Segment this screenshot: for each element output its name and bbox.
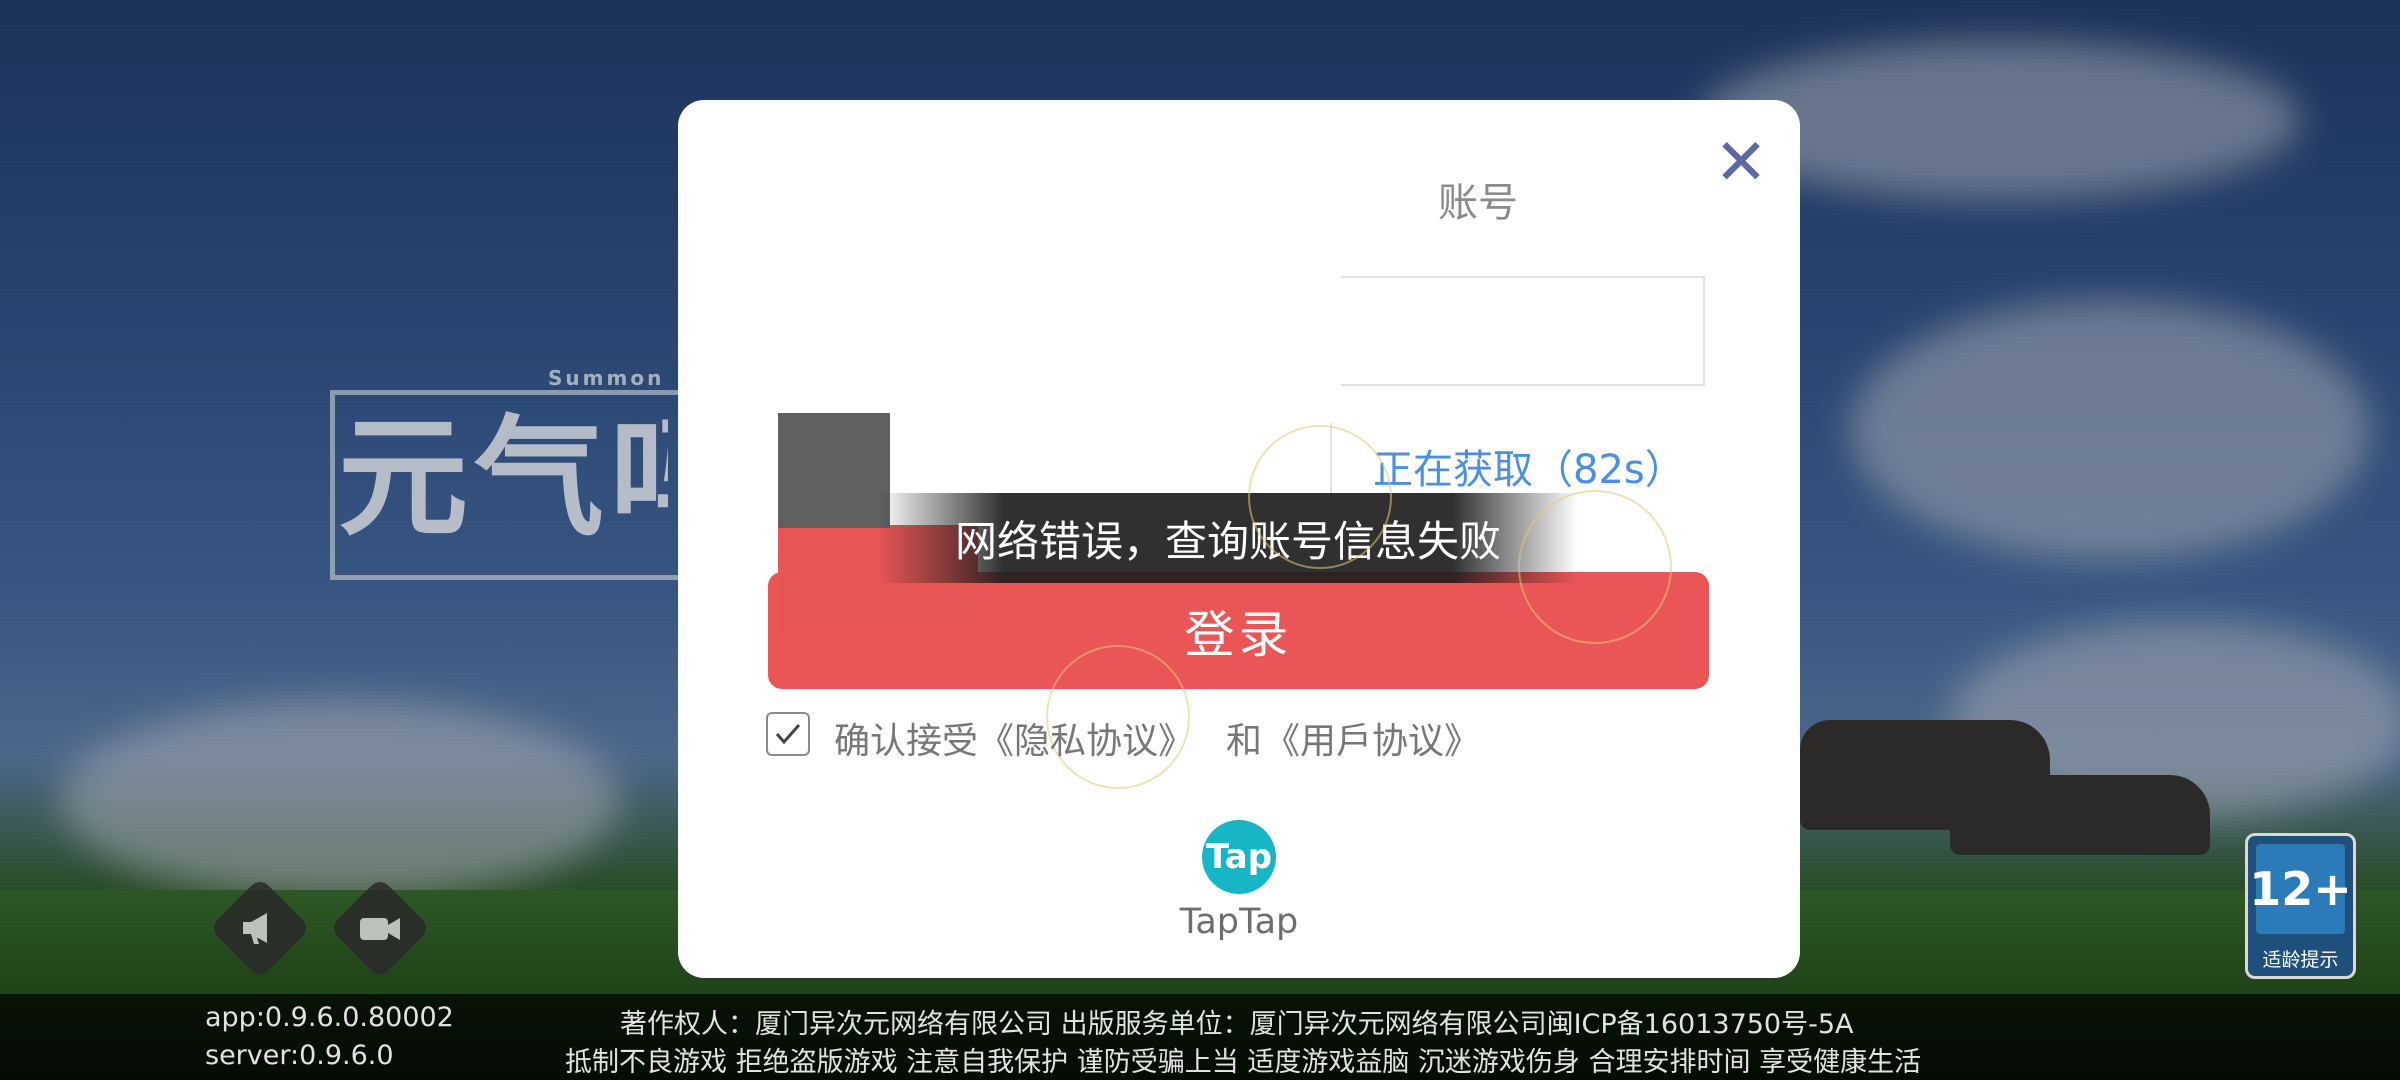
agreement-and: 和 [1226,721,1263,762]
sparkle-ring [1518,490,1672,644]
placeholder-block [778,413,890,528]
video-button[interactable] [329,877,431,979]
get-code-countdown[interactable]: 正在获取（82s） [1373,437,1685,495]
sparkle-ring [1248,425,1392,569]
account-label: 账号 [1438,180,1518,226]
app-version: app:0.9.6.0.80002 [205,1002,454,1033]
age-rating-number: 12+ [2249,844,2352,934]
copyright-line: 著作权人：厦门异次元网络有限公司 出版服务单位：厦门异次元网络有限公司闽ICP备… [620,1009,1854,1040]
megaphone-icon [224,892,296,964]
announcement-button[interactable] [209,877,311,979]
age-rating-caption: 适龄提示 [2262,949,2339,971]
privacy-policy-link[interactable]: 《隐私协议》 [978,712,1194,764]
age-rating-badge: 12+ 适龄提示 [2245,833,2356,979]
close-icon[interactable]: ✕ [1711,131,1771,195]
health-advisory-line: 抵制不良游戏 拒绝盗版游戏 注意自我保护 谨防受骗上当 适度游戏益脑 沉迷游戏伤… [565,1047,1922,1078]
camera-icon [344,892,416,964]
footer-bar: app:0.9.6.0.80002 server:0.9.6.0 著作权人：厦门… [0,994,2400,1080]
login-dialog: ✕ 账号 正在获取（82s） 登录 网络错误，查询账号信息失败 确认接受 《隐私… [678,100,1800,978]
agreement-checkbox[interactable] [766,712,810,756]
account-input[interactable] [1341,276,1705,386]
game-logo-title: 元气吗 [338,402,668,554]
taptap-icon[interactable]: Tap [1202,820,1276,894]
agreement-text: 确认接受 [834,721,979,762]
server-version: server:0.9.6.0 [205,1040,394,1071]
error-toast: 网络错误，查询账号信息失败 [878,493,1578,583]
user-agreement-link[interactable]: 《用戶协议》 [1264,712,1480,764]
taptap-login-label[interactable]: TapTap [1168,902,1310,942]
checkmark-icon [775,724,801,745]
game-logo-subtitle: Summon [548,366,665,390]
